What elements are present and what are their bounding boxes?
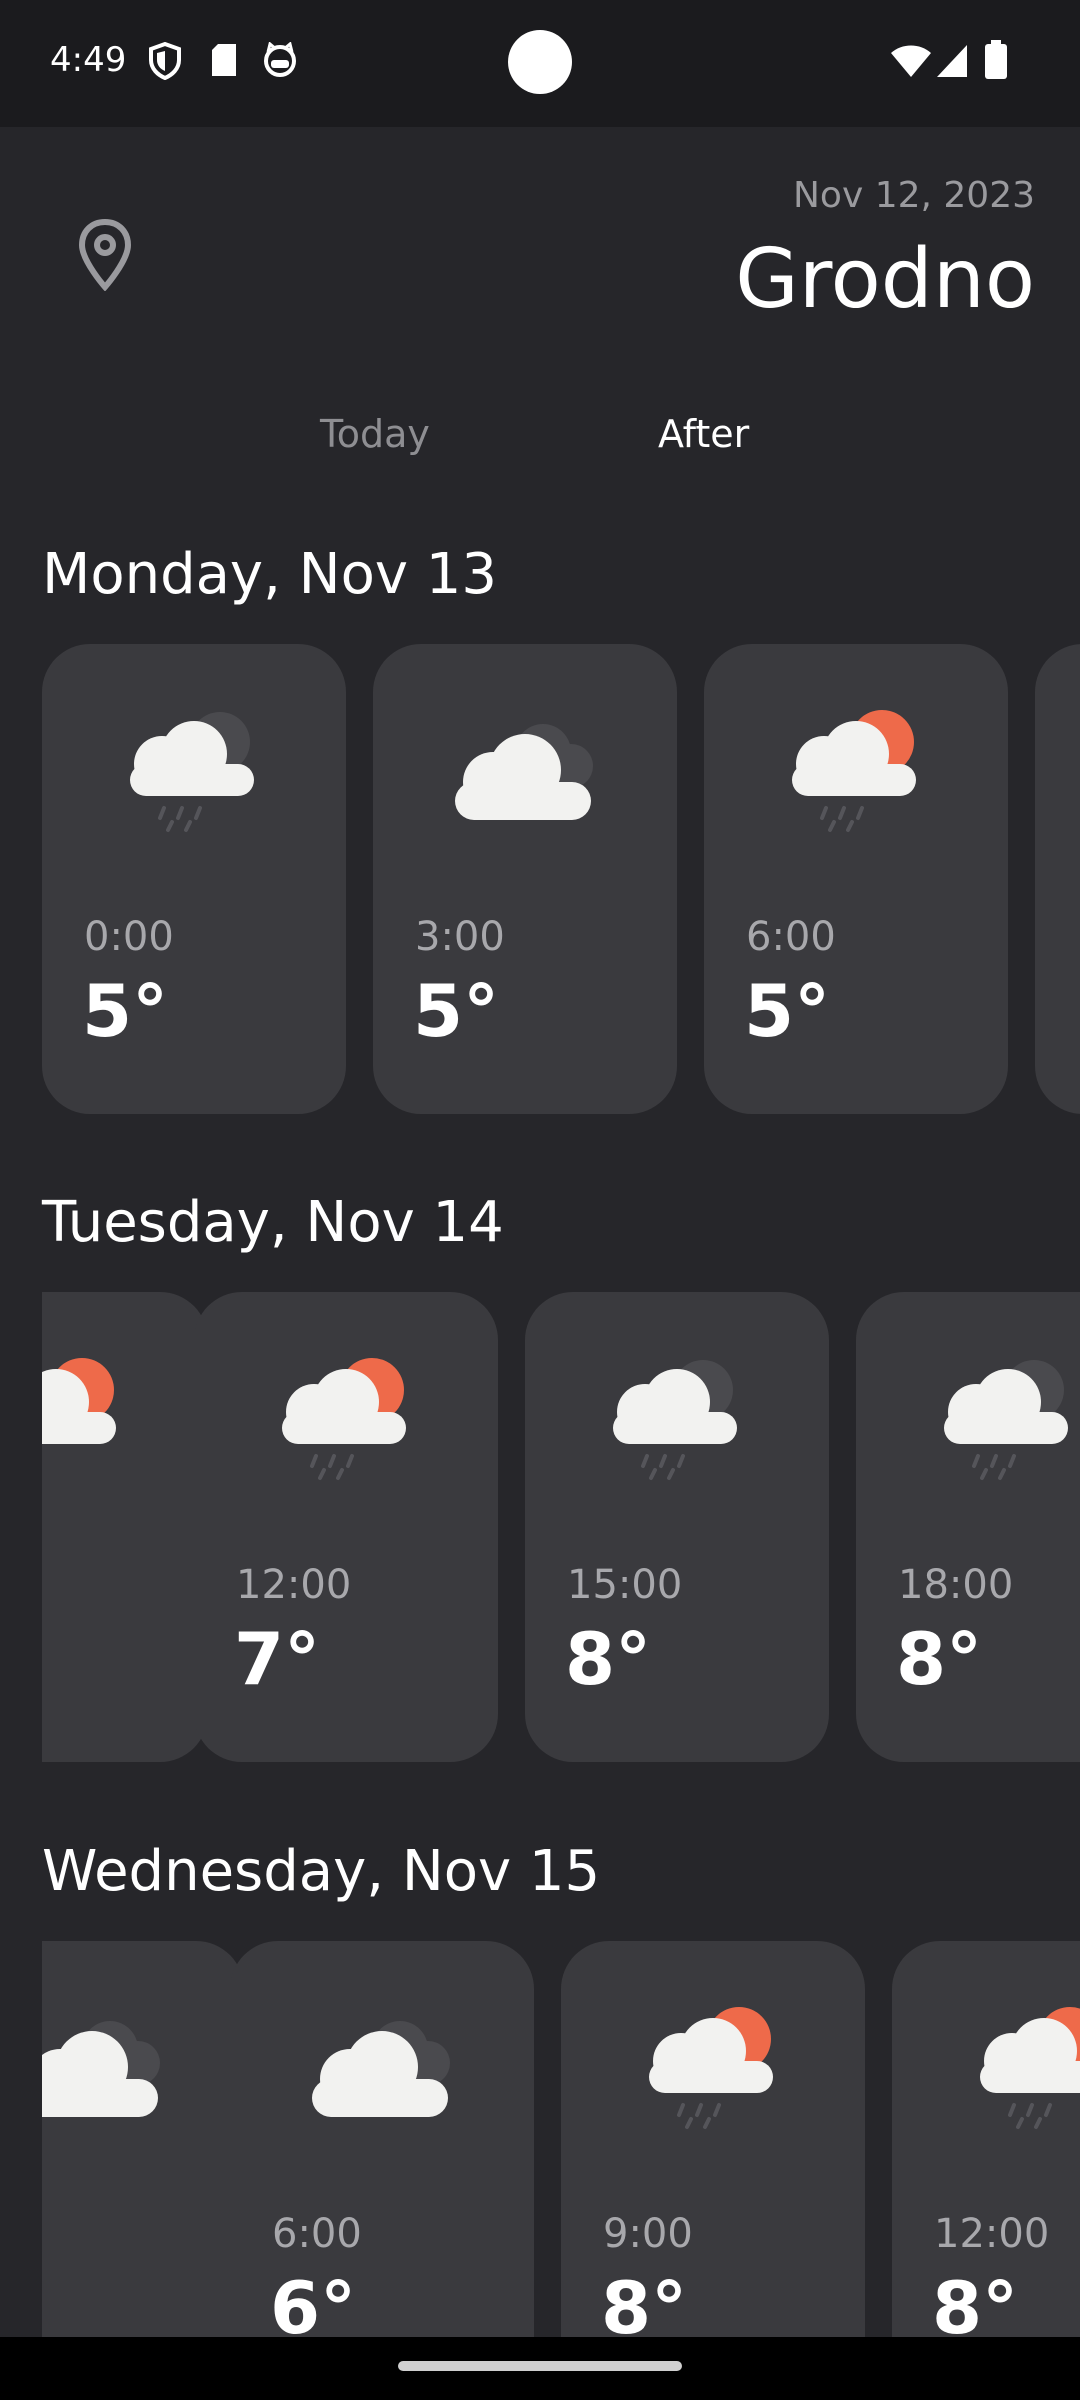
forecast-card-partial[interactable] [1035,644,1080,1114]
forecast-temp: 5° [82,969,169,1053]
forecast-time: 6:00 [746,914,836,960]
location-pin-icon[interactable] [78,219,132,291]
front-camera [508,30,572,94]
wifi-icon [891,45,931,77]
forecast-card[interactable]: 3:00 5° [373,644,677,1114]
cat-face-icon [264,42,296,77]
status-time: 4:49 [50,40,127,80]
cloud-sun-rain-icon [282,1358,406,1480]
forecast-temp: 8° [601,2266,688,2337]
cloudy-icon [455,724,593,820]
day-title-wednesday: Wednesday, Nov 15 [42,1839,601,1904]
forecast-time: 12:00 [236,1562,352,1608]
forecast-time: 18:00 [898,1562,1014,1608]
home-gesture-handle[interactable] [398,2361,682,2371]
forecast-temp: 7° [234,1617,321,1701]
tab-today[interactable]: Today [320,412,430,456]
main-content: Nov 12, 2023 Grodno Today After Monday, … [0,127,1080,2337]
forecast-time: 0:00 [84,914,174,960]
forecast-temp: 8° [565,1617,652,1701]
forecast-card[interactable]: 12:00 8° [892,1941,1080,2337]
city-name: Grodno [735,232,1035,327]
forecast-card-partial[interactable] [42,1292,208,1762]
forecast-card[interactable]: 6:00 6° [230,1941,534,2337]
forecast-time: 9:00 [603,2211,693,2257]
cloud-sun-rain-icon [649,2007,773,2129]
forecast-card-partial[interactable] [42,1941,244,2337]
forecast-time: 6:00 [272,2211,362,2257]
forecast-time: 15:00 [567,1562,683,1608]
cloud-moon-rain-icon [613,1360,737,1480]
forecast-temp: 8° [932,2266,1019,2337]
battery-icon [985,40,1007,79]
tab-after[interactable]: After [658,412,749,456]
forecast-temp: 6° [270,2266,357,2337]
shield-icon [149,42,181,80]
sd-card-icon [212,44,236,76]
forecast-temp: 8° [896,1617,983,1701]
cloud-moon-rain-icon [130,712,254,832]
forecast-temp: 5° [413,969,500,1053]
forecast-row-tuesday[interactable]: 12:00 7° 15:00 8° 18:00 8° [0,1292,1080,1762]
cloud-sun-rain-icon [980,2007,1080,2129]
current-date: Nov 12, 2023 [792,175,1035,216]
status-bar: 4:49 [0,0,1080,127]
cloudy-icon [312,2021,450,2117]
forecast-card[interactable]: 18:00 8° [856,1292,1080,1762]
cloudy-icon [42,2021,160,2117]
cellular-icon [937,45,967,77]
forecast-time: 3:00 [415,914,505,960]
cloud-sun-icon [42,1358,116,1444]
forecast-card[interactable]: 9:00 8° [561,1941,865,2337]
forecast-row-wednesday[interactable]: 6:00 6° 9:00 8° 12:00 8° [0,1941,1080,2337]
forecast-card[interactable]: 15:00 8° [525,1292,829,1762]
forecast-row-monday[interactable]: 0:00 5° 3:00 5° 6:00 5° [0,644,1080,1114]
forecast-card[interactable]: 6:00 5° [704,644,1008,1114]
forecast-temp: 5° [744,969,831,1053]
forecast-card[interactable]: 12:00 7° [194,1292,498,1762]
forecast-card[interactable]: 0:00 5° [42,644,346,1114]
cloud-moon-rain-icon [944,1360,1068,1480]
cloud-sun-rain-icon [792,710,916,832]
day-title-monday: Monday, Nov 13 [42,542,498,607]
day-title-tuesday: Tuesday, Nov 14 [42,1190,504,1255]
forecast-time: 12:00 [934,2211,1050,2257]
